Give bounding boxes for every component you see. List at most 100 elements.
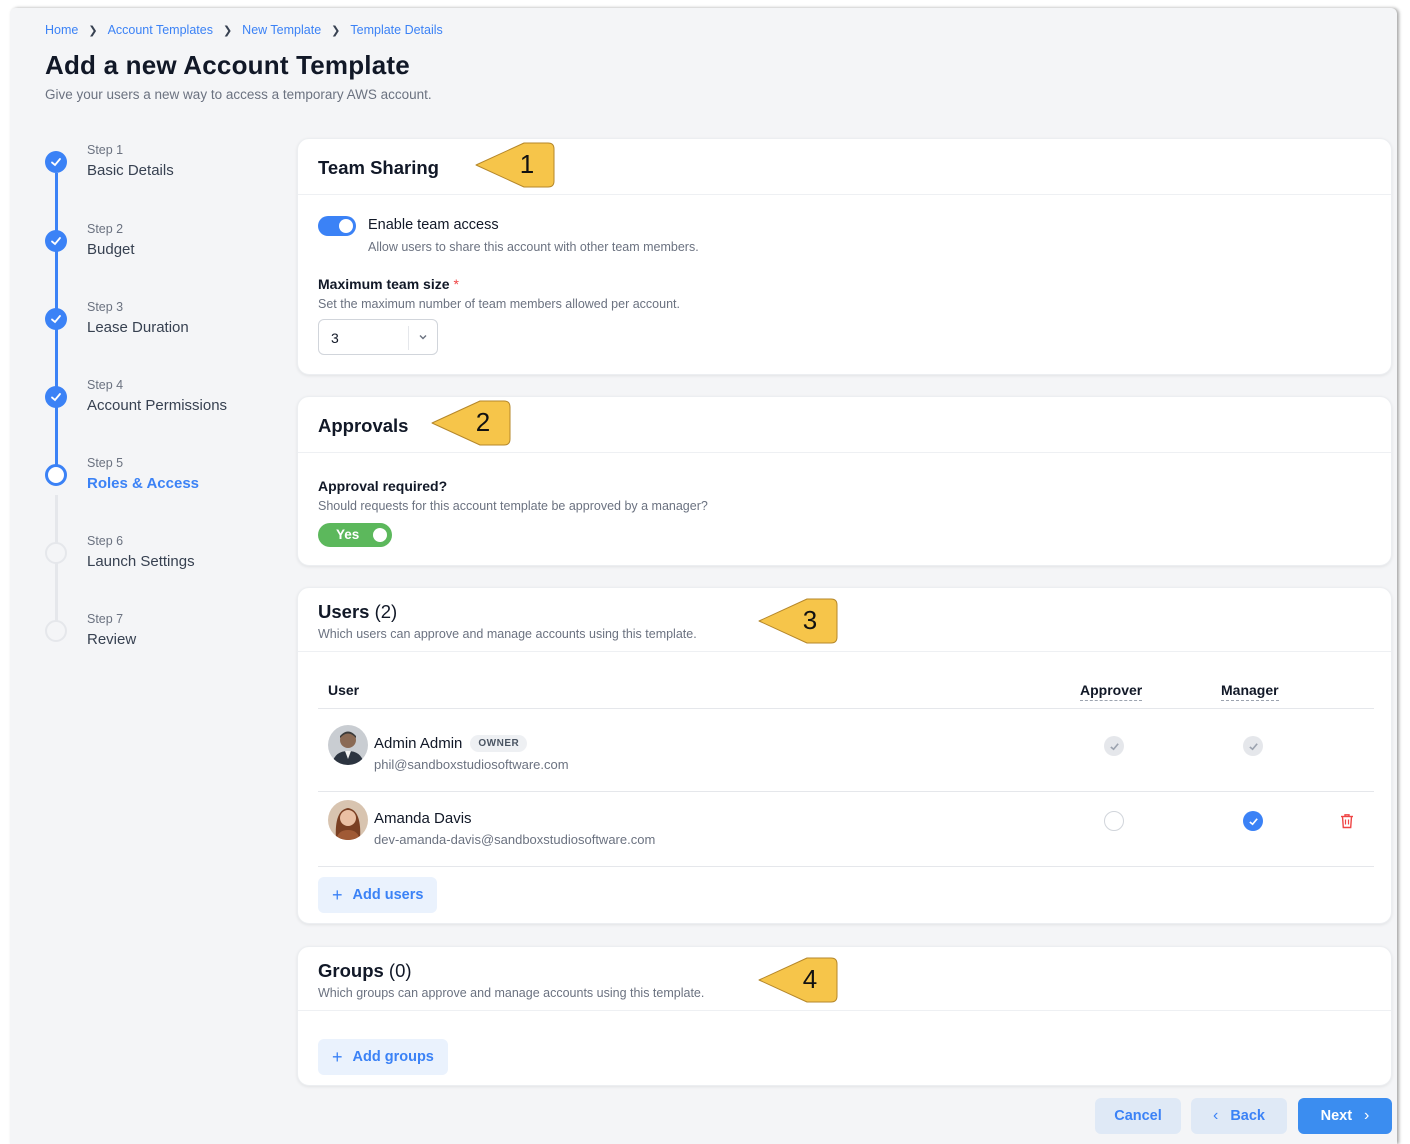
- callout-number: 3: [802, 605, 818, 635]
- approval-required-label: Approval required?: [318, 478, 448, 494]
- add-groups-button[interactable]: + Add groups: [318, 1039, 448, 1075]
- check-icon: [45, 230, 67, 252]
- users-count: (2): [374, 601, 398, 622]
- step-number: Step 1: [87, 143, 124, 157]
- breadcrumb-template-details[interactable]: Template Details: [350, 23, 442, 37]
- chevron-right-icon: ❯: [88, 24, 98, 37]
- plus-icon: +: [332, 1046, 343, 1067]
- breadcrumb: Home ❯ Account Templates ❯ New Template …: [45, 23, 443, 37]
- toggle-hint: Allow users to share this account with o…: [368, 240, 699, 254]
- avatar: [328, 725, 368, 765]
- check-icon: [1248, 817, 1258, 825]
- required-asterisk: *: [453, 276, 459, 292]
- avatar: [328, 800, 368, 840]
- step-review[interactable]: Step 7 Review: [45, 612, 275, 682]
- step-label: Review: [87, 631, 137, 648]
- step-budget[interactable]: Step 2 Budget: [45, 222, 275, 292]
- enable-team-access-toggle[interactable]: [318, 216, 356, 236]
- user-email: phil@sandboxstudiosoftware.com: [374, 757, 569, 772]
- step-basic-details[interactable]: Step 1 Basic Details: [45, 143, 275, 213]
- column-header-approver[interactable]: Approver: [1080, 682, 1143, 701]
- approver-checkbox: [1104, 736, 1124, 756]
- breadcrumb-home[interactable]: Home: [45, 23, 78, 37]
- toggle-label: Enable team access: [368, 217, 499, 233]
- check-icon: [45, 386, 67, 408]
- table-divider: [318, 791, 1374, 792]
- step-label: Roles & Access: [87, 475, 200, 492]
- max-team-size-hint: Set the maximum number of team members a…: [318, 297, 680, 311]
- card-title: Users (2): [318, 601, 397, 623]
- select-divider: [408, 326, 409, 350]
- table-divider: [318, 708, 1374, 709]
- step-label: Basic Details: [87, 162, 174, 179]
- toggle-knob: [373, 528, 387, 542]
- title-text: Users: [318, 601, 370, 622]
- groups-count: (0): [388, 960, 412, 981]
- button-label: Add users: [352, 887, 424, 903]
- chevron-down-icon: [419, 335, 427, 340]
- card-header: Team Sharing: [298, 139, 1391, 195]
- step-number: Step 4: [87, 378, 124, 392]
- page-title: Add a new Account Template: [45, 50, 410, 80]
- title-text: Groups: [318, 960, 384, 981]
- button-label: Back: [1230, 1108, 1265, 1124]
- pending-step-circle-icon: [45, 620, 67, 642]
- manager-checkbox[interactable]: [1243, 811, 1263, 831]
- step-account-permissions[interactable]: Step 4 Account Permissions: [45, 378, 275, 448]
- app-window: Home ❯ Account Templates ❯ New Template …: [10, 8, 1397, 1144]
- breadcrumb-new-template[interactable]: New Template: [242, 23, 321, 37]
- column-header-user: User: [328, 682, 360, 698]
- callout-number: 4: [802, 964, 818, 994]
- step-label: Lease Duration: [87, 319, 189, 336]
- pending-step-circle-icon: [45, 542, 67, 564]
- max-team-size-label: Maximum team size *: [318, 276, 459, 292]
- user-name-text: Amanda Davis: [374, 810, 472, 827]
- callout-marker: 1: [472, 139, 596, 191]
- next-button[interactable]: Next ›: [1298, 1098, 1392, 1134]
- breadcrumb-account-templates[interactable]: Account Templates: [108, 23, 213, 37]
- step-number: Step 2: [87, 222, 124, 236]
- check-icon: [45, 308, 67, 330]
- team-sharing-card: Team Sharing Enable team access Allow us…: [297, 138, 1392, 375]
- callout-marker: 3: [755, 595, 879, 647]
- chevron-right-icon: ›: [1364, 1107, 1370, 1124]
- step-label: Launch Settings: [87, 553, 195, 570]
- approval-required-toggle[interactable]: Yes: [318, 523, 392, 547]
- check-icon: [1109, 742, 1119, 750]
- button-label: Next: [1320, 1108, 1353, 1124]
- chevron-right-icon: ❯: [331, 24, 341, 37]
- card-description: Which groups can approve and manage acco…: [318, 986, 705, 1000]
- callout-marker: 4: [755, 954, 879, 1006]
- card-title: Team Sharing: [318, 157, 439, 178]
- max-team-size-select[interactable]: 3: [318, 319, 438, 355]
- approver-checkbox[interactable]: [1104, 811, 1124, 831]
- step-launch-settings[interactable]: Step 6 Launch Settings: [45, 534, 275, 604]
- back-button[interactable]: ‹ Back: [1191, 1098, 1287, 1134]
- step-number: Step 7: [87, 612, 124, 626]
- trash-icon[interactable]: [1338, 812, 1356, 830]
- add-users-button[interactable]: + Add users: [318, 877, 438, 913]
- step-label: Account Permissions: [87, 397, 228, 414]
- card-title: Groups (0): [318, 960, 412, 982]
- toggle-text: Yes: [336, 527, 360, 542]
- callout-number: 1: [519, 149, 535, 179]
- step-number: Step 5: [87, 456, 124, 470]
- manager-checkbox: [1243, 736, 1263, 756]
- card-title: Approvals: [318, 415, 409, 436]
- callout-marker: 2: [428, 397, 552, 449]
- cancel-button[interactable]: Cancel: [1095, 1098, 1181, 1134]
- chevron-left-icon: ‹: [1213, 1107, 1219, 1124]
- step-number: Step 3: [87, 300, 124, 314]
- chevron-right-icon: ❯: [222, 24, 233, 37]
- label-text: Maximum team size: [318, 276, 450, 292]
- user-name-text: Admin Admin: [374, 735, 463, 752]
- button-label: Add groups: [352, 1049, 434, 1065]
- callout-number: 2: [475, 407, 491, 437]
- column-header-manager[interactable]: Manager: [1221, 682, 1279, 701]
- step-roles-access[interactable]: Step 5 Roles & Access: [45, 456, 275, 526]
- step-number: Step 6: [87, 534, 124, 548]
- selected-value: 3: [331, 330, 339, 346]
- step-lease-duration[interactable]: Step 3 Lease Duration: [45, 300, 275, 370]
- user-name: Admin Admin OWNER: [374, 735, 528, 752]
- check-icon: [1248, 742, 1258, 750]
